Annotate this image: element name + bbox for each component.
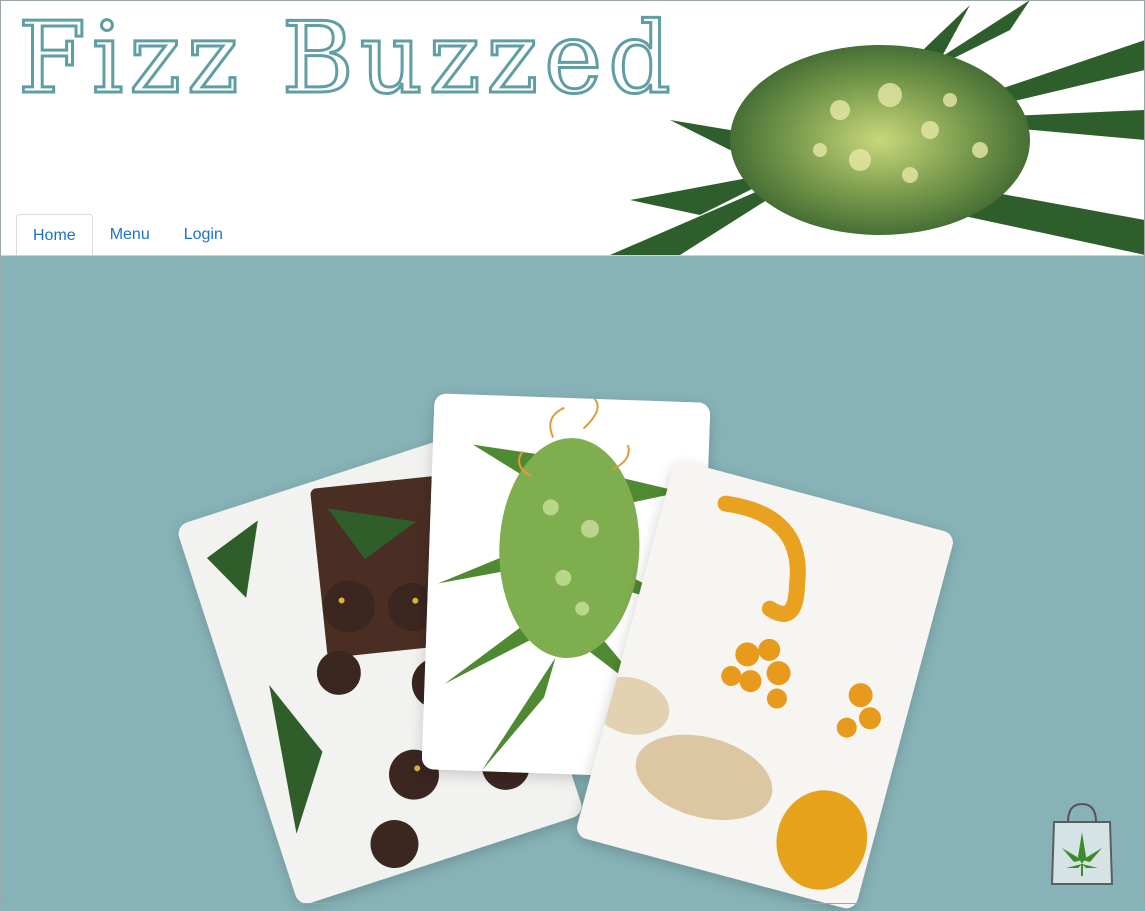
main-nav: Home Menu Login (16, 214, 240, 255)
shopping-bag-leaf-icon (1050, 802, 1114, 885)
shopping-cart-button[interactable] (1046, 802, 1118, 888)
site-title: Fizz Buzzed (17, 2, 677, 116)
tab-home[interactable]: Home (16, 214, 93, 255)
site-header: Fizz Buzzed Home Menu Login (0, 0, 1145, 256)
tab-menu[interactable]: Menu (93, 214, 167, 254)
tab-login[interactable]: Login (167, 214, 240, 254)
hero-cannabis-image (610, 0, 1145, 255)
